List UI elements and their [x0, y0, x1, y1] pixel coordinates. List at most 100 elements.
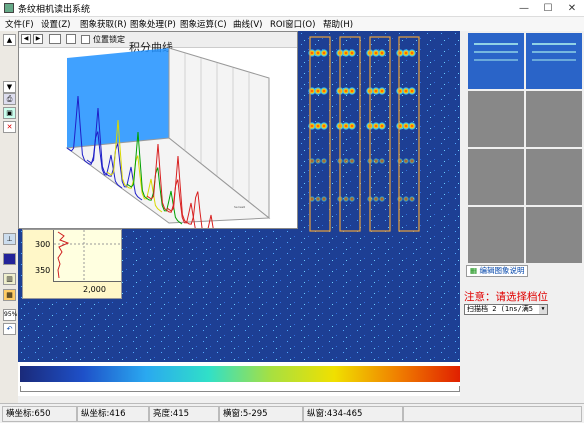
zoom-level[interactable]: 95%: [3, 309, 17, 321]
chart-icon[interactable]: ▥: [3, 273, 16, 285]
profile-icon[interactable]: ⊥: [3, 233, 16, 245]
title-bar: 条纹相机读出系统 — ☐ ✕: [0, 0, 584, 17]
edit-description-button[interactable]: ▦ 编辑图象说明: [466, 265, 529, 277]
intensity-spot: [403, 196, 409, 202]
intensity-spot: [321, 158, 327, 164]
status-vwin: 纵窗:434-465: [303, 406, 403, 422]
status-brightness: 亮度:415: [149, 406, 219, 422]
app-icon: [4, 3, 14, 13]
sweep-select[interactable]: 扫描档 2 (1ns/满5 ▼: [464, 304, 548, 315]
menu-compute[interactable]: 图象运算(C): [180, 18, 227, 30]
intensity-spot: [408, 87, 416, 95]
thumbnail-1[interactable]: [468, 33, 524, 89]
intensity-spot: [348, 49, 356, 57]
thumbnail-2[interactable]: [526, 33, 582, 89]
intensity-spot: [343, 158, 349, 164]
edit-description-label: 编辑图象说明: [479, 266, 525, 275]
print-icon[interactable]: ⎙: [3, 93, 16, 105]
menu-file[interactable]: 文件(F): [5, 18, 34, 30]
status-hwin: 横窗:5-295: [219, 406, 303, 422]
position-lock-checkbox[interactable]: [81, 35, 90, 44]
intensity-spot: [378, 49, 386, 57]
option-box[interactable]: [66, 34, 76, 44]
sweep-select-value: 扫描档 2 (1ns/满5: [467, 305, 533, 313]
y-tick-300: 300: [35, 240, 51, 249]
minimize-button[interactable]: —: [512, 0, 536, 17]
menu-curve[interactable]: 曲线(V): [233, 18, 262, 30]
window-title: 条纹相机读出系统: [18, 5, 91, 15]
intensity-spot: [320, 87, 328, 95]
intensity-spot: [397, 158, 403, 164]
intensity-spot: [409, 196, 415, 202]
chevron-down-icon[interactable]: ▼: [539, 305, 547, 314]
position-lock-label: 位置锁定: [93, 35, 125, 44]
next-button[interactable]: ▶: [33, 34, 43, 44]
intensity-spot: [373, 158, 379, 164]
intensity-spot: [403, 158, 409, 164]
intensity-spot: [348, 122, 356, 130]
intensity-spot: [321, 196, 327, 202]
left-toolbar: ▲ ▼ ⎙ ▣ ✕ ⊥ ▥ ▦ 95% ↶: [0, 31, 18, 403]
status-extra: [403, 406, 582, 422]
export-icon[interactable]: ▣: [3, 107, 16, 119]
colorbar: [20, 366, 460, 382]
intensity-spot: [408, 122, 416, 130]
intensity-spot: [397, 196, 403, 202]
colorbar-scale: [20, 386, 460, 392]
status-bar: 横坐标:650 纵坐标:416 亮度:415 横窗:5-295 纵窗:434-4…: [0, 403, 584, 423]
intensity-spot: [349, 196, 355, 202]
image-icon[interactable]: [3, 253, 16, 265]
thumbnail-1-spots: [474, 43, 518, 61]
frame-box[interactable]: [49, 34, 61, 44]
intensity-spot: [315, 158, 321, 164]
thumbnail-2-spots: [532, 43, 576, 61]
intensity-spot: [343, 196, 349, 202]
thumbnail-grid: [466, 31, 584, 263]
prev-button[interactable]: ◀: [21, 34, 31, 44]
close-button[interactable]: ✕: [560, 0, 584, 17]
histogram-icon[interactable]: ▦: [3, 289, 16, 301]
intensity-spot: [379, 158, 385, 164]
status-y: 纵坐标:416: [77, 406, 149, 422]
intensity-spot: [320, 49, 328, 57]
menu-help[interactable]: 帮助(H): [323, 18, 353, 30]
notice-text: 注意：请选择档位: [464, 291, 548, 303]
profile-curve: [54, 230, 122, 282]
spectrum-3d-chart: Series6: [65, 48, 271, 228]
thumbnail-3[interactable]: [468, 91, 524, 147]
profile-area: [53, 230, 122, 282]
y-tick-350: 350: [35, 266, 51, 275]
colorbar-area: [18, 362, 460, 396]
scroll-down-button[interactable]: ▼: [3, 81, 16, 93]
menu-acquire[interactable]: 图象获取(R): [80, 18, 127, 30]
undo-icon[interactable]: ↶: [3, 323, 16, 335]
menu-bar: 文件(F) 设置(Z) 图象获取(R) 图象处理(P) 图象运算(C) 曲线(V…: [0, 17, 584, 31]
intensity-spot: [348, 87, 356, 95]
intensity-spot: [409, 158, 415, 164]
series-label: Series6: [234, 205, 245, 209]
x-tick: 2,000: [83, 285, 106, 294]
intensity-spot: [349, 158, 355, 164]
intensity-spot: [315, 196, 321, 202]
thumbnail-7[interactable]: [468, 207, 524, 263]
status-x: 横坐标:650: [2, 406, 77, 422]
thumbnail-8[interactable]: [526, 207, 582, 263]
intensity-spot: [320, 122, 328, 130]
thumbnail-5[interactable]: [468, 149, 524, 205]
intensity-spot: [408, 49, 416, 57]
right-info-panel: ▦ 编辑图象说明 注意：请选择档位 扫描档 2 (1ns/满5 ▼: [462, 263, 584, 363]
intensity-spot: [378, 122, 386, 130]
menu-roi[interactable]: ROI窗口(O): [270, 18, 315, 30]
intensity-spot: [378, 87, 386, 95]
thumbnail-6[interactable]: [526, 149, 582, 205]
menu-settings[interactable]: 设置(Z): [41, 18, 70, 30]
edit-icon: ▦: [470, 266, 478, 275]
thumbnail-4[interactable]: [526, 91, 582, 147]
vertical-profile-plot: 300 350 2,000: [22, 229, 122, 299]
delete-icon[interactable]: ✕: [3, 121, 16, 133]
intensity-spot: [373, 196, 379, 202]
scroll-up-button[interactable]: ▲: [3, 34, 16, 46]
menu-process[interactable]: 图象处理(P): [130, 18, 176, 30]
integral-curve-panel: ◀ ▶ 位置锁定 积分曲线 Series6: [18, 31, 298, 229]
maximize-button[interactable]: ☐: [536, 0, 560, 17]
